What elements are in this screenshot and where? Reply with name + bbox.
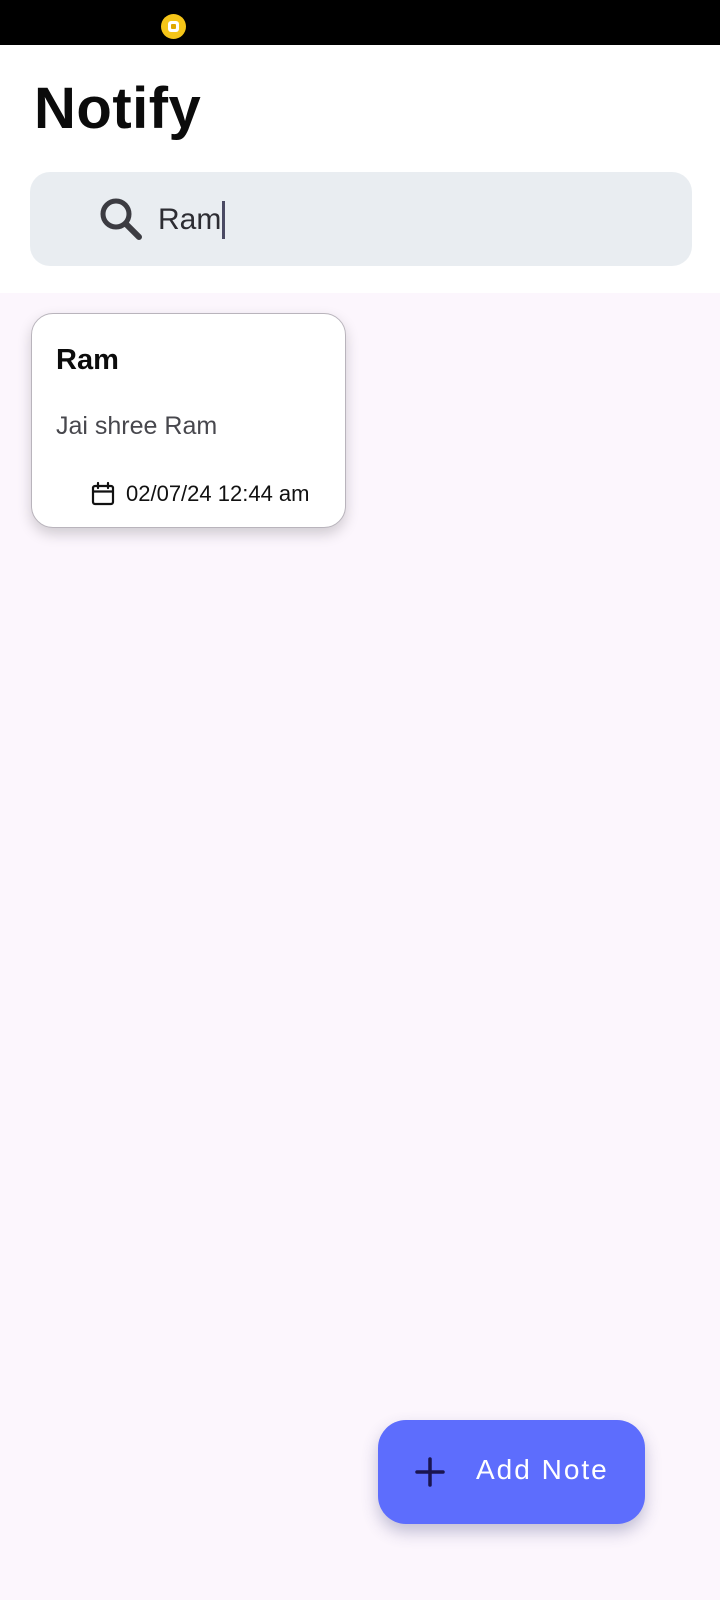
app-title: Notify xyxy=(34,76,202,141)
notes-grid: Ram Jai shree Ram 02/07/24 12:44 am xyxy=(0,293,720,1600)
note-title: Ram xyxy=(56,344,119,376)
calendar-icon xyxy=(91,481,115,506)
notification-icon xyxy=(161,14,186,39)
search-input[interactable]: Ram xyxy=(158,201,658,239)
status-bar xyxy=(0,0,720,45)
note-date-row: 02/07/24 12:44 am xyxy=(90,481,309,507)
plus-icon xyxy=(415,1457,445,1487)
text-caret xyxy=(222,201,226,239)
note-card[interactable]: Ram Jai shree Ram 02/07/24 12:44 am xyxy=(31,313,346,528)
search-input-value: Ram xyxy=(158,203,222,236)
note-body: Jai shree Ram xyxy=(56,412,218,440)
app-header: Notify Ram xyxy=(0,45,720,293)
note-date: 02/07/24 12:44 am xyxy=(126,481,310,506)
add-note-label: Add Note xyxy=(476,1454,609,1485)
add-note-button[interactable]: Add Note xyxy=(378,1420,645,1524)
search-icon xyxy=(100,198,142,240)
search-bar[interactable]: Ram xyxy=(30,172,692,266)
